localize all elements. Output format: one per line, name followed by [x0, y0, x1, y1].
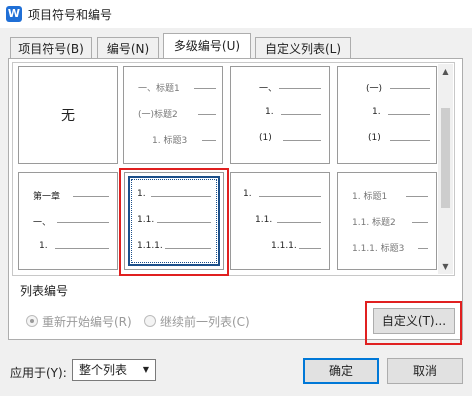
preset-rule [73, 196, 109, 197]
preset-chapter[interactable]: 第一章 一、 1. [18, 172, 118, 270]
preset-line: (一) [366, 84, 383, 94]
preset-rule [412, 222, 428, 223]
preset-rule [194, 88, 216, 89]
highlight-frame-selected-preset [119, 168, 229, 276]
preset-scrollbar[interactable]: ▲ ▼ [438, 64, 453, 274]
preset-none-label: 无 [61, 108, 75, 124]
apply-to-select[interactable]: 整个列表 ▼ [72, 359, 156, 381]
preset-line: 1. 标题3 [152, 136, 188, 146]
scroll-thumb[interactable] [441, 108, 450, 208]
preset-rule [283, 140, 321, 141]
preset-rule [390, 140, 430, 141]
ok-button[interactable]: 确定 [303, 358, 379, 384]
preset-decimal-indented[interactable]: 1. 1.1. 1.1.1. [230, 172, 330, 270]
tab-bullets[interactable]: 项目符号(B) [10, 37, 92, 59]
preset-rule [299, 248, 321, 249]
scroll-up-icon[interactable]: ▲ [438, 64, 453, 79]
preset-line: 1. [265, 107, 274, 117]
preset-rule [406, 196, 428, 197]
radio-icon [144, 315, 156, 327]
preset-line: 1.1. [255, 215, 273, 225]
radio-icon [26, 315, 38, 327]
preset-rule [390, 88, 430, 89]
preset-rule [418, 248, 428, 249]
scroll-down-icon[interactable]: ▼ [438, 259, 453, 274]
preset-rule [57, 222, 109, 223]
preset-rule [198, 114, 216, 115]
preset-line: 1.1. 标题2 [352, 218, 396, 228]
title-bar: W 项目符号和编号 [0, 0, 472, 28]
wps-app-icon: W [6, 6, 22, 22]
preset-line: 1. [243, 189, 252, 199]
restart-numbering-label: 重新开始编号(R) [42, 315, 132, 329]
preset-line: 一、 [33, 218, 52, 228]
preset-line: 第一章 [33, 192, 61, 202]
restart-numbering-radio[interactable]: 重新开始编号(R) [26, 313, 132, 330]
continue-list-label: 继续前一列表(C) [160, 315, 250, 329]
apply-to-label: 应用于(Y): [10, 366, 67, 380]
highlight-frame-customize [365, 301, 462, 345]
cancel-button[interactable]: 取消 [387, 358, 463, 384]
preset-rule [202, 140, 216, 141]
preset-line: (1) [368, 133, 381, 143]
preset-line: (1) [259, 133, 272, 143]
preset-line: 一、标题1 [138, 84, 180, 94]
tab-custom-list[interactable]: 自定义列表(L) [255, 37, 351, 59]
preset-line: 1. [372, 107, 381, 117]
preset-line: 1. 标题1 [352, 192, 388, 202]
preset-line: (一)标题2 [138, 110, 178, 120]
preset-paren-chinese[interactable]: (一) 1. (1) [337, 66, 437, 164]
preset-rule [277, 222, 321, 223]
tab-numbering[interactable]: 编号(N) [97, 37, 159, 59]
preset-rule [279, 88, 321, 89]
preset-none[interactable]: 无 [18, 66, 118, 164]
tab-multilevel[interactable]: 多级编号(U) [163, 33, 251, 60]
list-numbering-label: 列表编号 [20, 284, 69, 298]
apply-to-value: 整个列表 [79, 363, 128, 377]
preset-line: 1. [39, 241, 48, 251]
preset-chinese-number[interactable]: 一、 1. (1) [230, 66, 330, 164]
preset-heading-chinese[interactable]: 一、标题1 (一)标题2 1. 标题3 [123, 66, 223, 164]
preset-rule [388, 114, 430, 115]
preset-line: 一、 [259, 84, 278, 94]
preset-rule [55, 248, 109, 249]
preset-line: 1.1.1. 标题3 [352, 244, 405, 254]
chevron-down-icon: ▼ [142, 365, 149, 374]
preset-rule [281, 114, 321, 115]
dialog-title: 项目符号和编号 [28, 8, 113, 22]
preset-line: 1.1.1. [271, 241, 297, 251]
preset-decimal-heading[interactable]: 1. 标题1 1.1. 标题2 1.1.1. 标题3 [337, 172, 437, 270]
preset-rule [259, 196, 321, 197]
continue-list-radio[interactable]: 继续前一列表(C) [144, 313, 250, 330]
